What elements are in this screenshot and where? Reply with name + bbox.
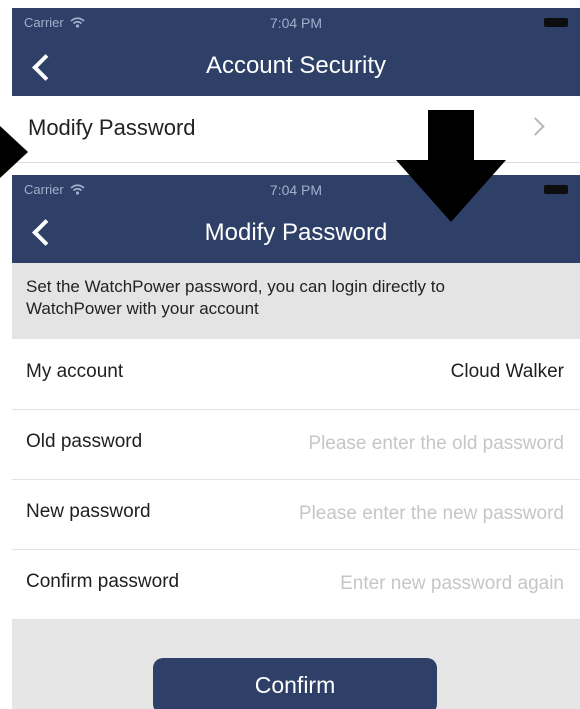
info-text: Set the WatchPower password, you can log…: [26, 277, 445, 318]
right-arrow-icon: [0, 126, 28, 178]
confirm-password-label: Confirm password: [26, 571, 180, 592]
old-password-input[interactable]: [232, 427, 566, 461]
battery-icon: [544, 18, 568, 27]
row-label: Modify Password: [28, 115, 196, 140]
new-password-input[interactable]: [232, 497, 566, 531]
chevron-right-icon: [526, 117, 545, 136]
confirm-password-input[interactable]: [232, 567, 566, 601]
new-password-label: New password: [26, 501, 151, 522]
confirm-password-row: Confirm password: [12, 549, 580, 620]
account-row: My account Cloud Walker: [12, 339, 580, 410]
down-arrow-icon: [396, 110, 506, 222]
account-label: My account: [26, 361, 124, 382]
info-message: Set the WatchPower password, you can log…: [12, 263, 580, 339]
battery-icon: [544, 185, 568, 194]
new-password-row: New password: [12, 479, 580, 550]
old-password-row: Old password: [12, 409, 580, 480]
modify-password-screen: Carrier 7:04 PM Modify Password Set the …: [12, 175, 580, 709]
nav-title: Modify Password: [204, 219, 388, 246]
status-bar: Carrier 7:04 PM: [12, 8, 580, 36]
confirm-button[interactable]: Confirm: [153, 658, 437, 709]
nav-bar: Carrier 7:04 PM Account Security: [12, 8, 580, 96]
password-form: My account Cloud Walker Old password New…: [12, 339, 580, 620]
account-value: Cloud Walker: [450, 361, 564, 382]
status-time: 7:04 PM: [269, 15, 323, 31]
old-password-label: Old password: [26, 431, 143, 452]
nav-title: Account Security: [205, 52, 387, 79]
